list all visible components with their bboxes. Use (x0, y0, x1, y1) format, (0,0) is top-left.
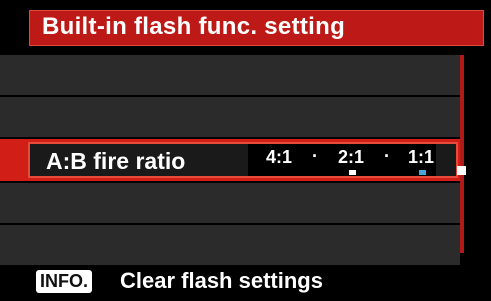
scrollbar-track[interactable] (460, 55, 464, 253)
ratio-separator: · (384, 146, 390, 166)
ratio-marker-white (349, 170, 356, 175)
menu-row-empty (0, 55, 460, 95)
title-bar: Built-in flash func. setting (29, 10, 484, 46)
menu-row-empty (0, 97, 460, 137)
ratio-separator: · (312, 146, 318, 166)
selected-item-frame: A:B fire ratio 4:1 · 2:1 · 1:1 (28, 142, 458, 178)
camera-menu-screen: Built-in flash func. setting A:B fire ra… (0, 0, 491, 301)
info-button-icon[interactable]: INFO. (36, 270, 92, 293)
ratio-marker-blue (419, 170, 426, 175)
scrollbar-thumb[interactable] (457, 166, 466, 175)
ratio-option-1-1[interactable]: 1:1 (408, 147, 434, 168)
menu-row-empty (0, 183, 460, 223)
page-title: Built-in flash func. setting (42, 13, 346, 40)
setting-label: A:B fire ratio (46, 148, 186, 174)
menu-row-empty (0, 225, 460, 265)
clear-flash-settings-label[interactable]: Clear flash settings (120, 268, 323, 294)
ratio-selector[interactable]: 4:1 · 2:1 · 1:1 (248, 144, 436, 176)
ratio-option-4-1[interactable]: 4:1 (266, 147, 292, 168)
menu-list: A:B fire ratio 4:1 · 2:1 · 1:1 (0, 55, 491, 265)
ratio-option-2-1[interactable]: 2:1 (338, 147, 364, 168)
menu-item-ab-fire-ratio[interactable]: A:B fire ratio 4:1 · 2:1 · 1:1 (0, 139, 462, 181)
